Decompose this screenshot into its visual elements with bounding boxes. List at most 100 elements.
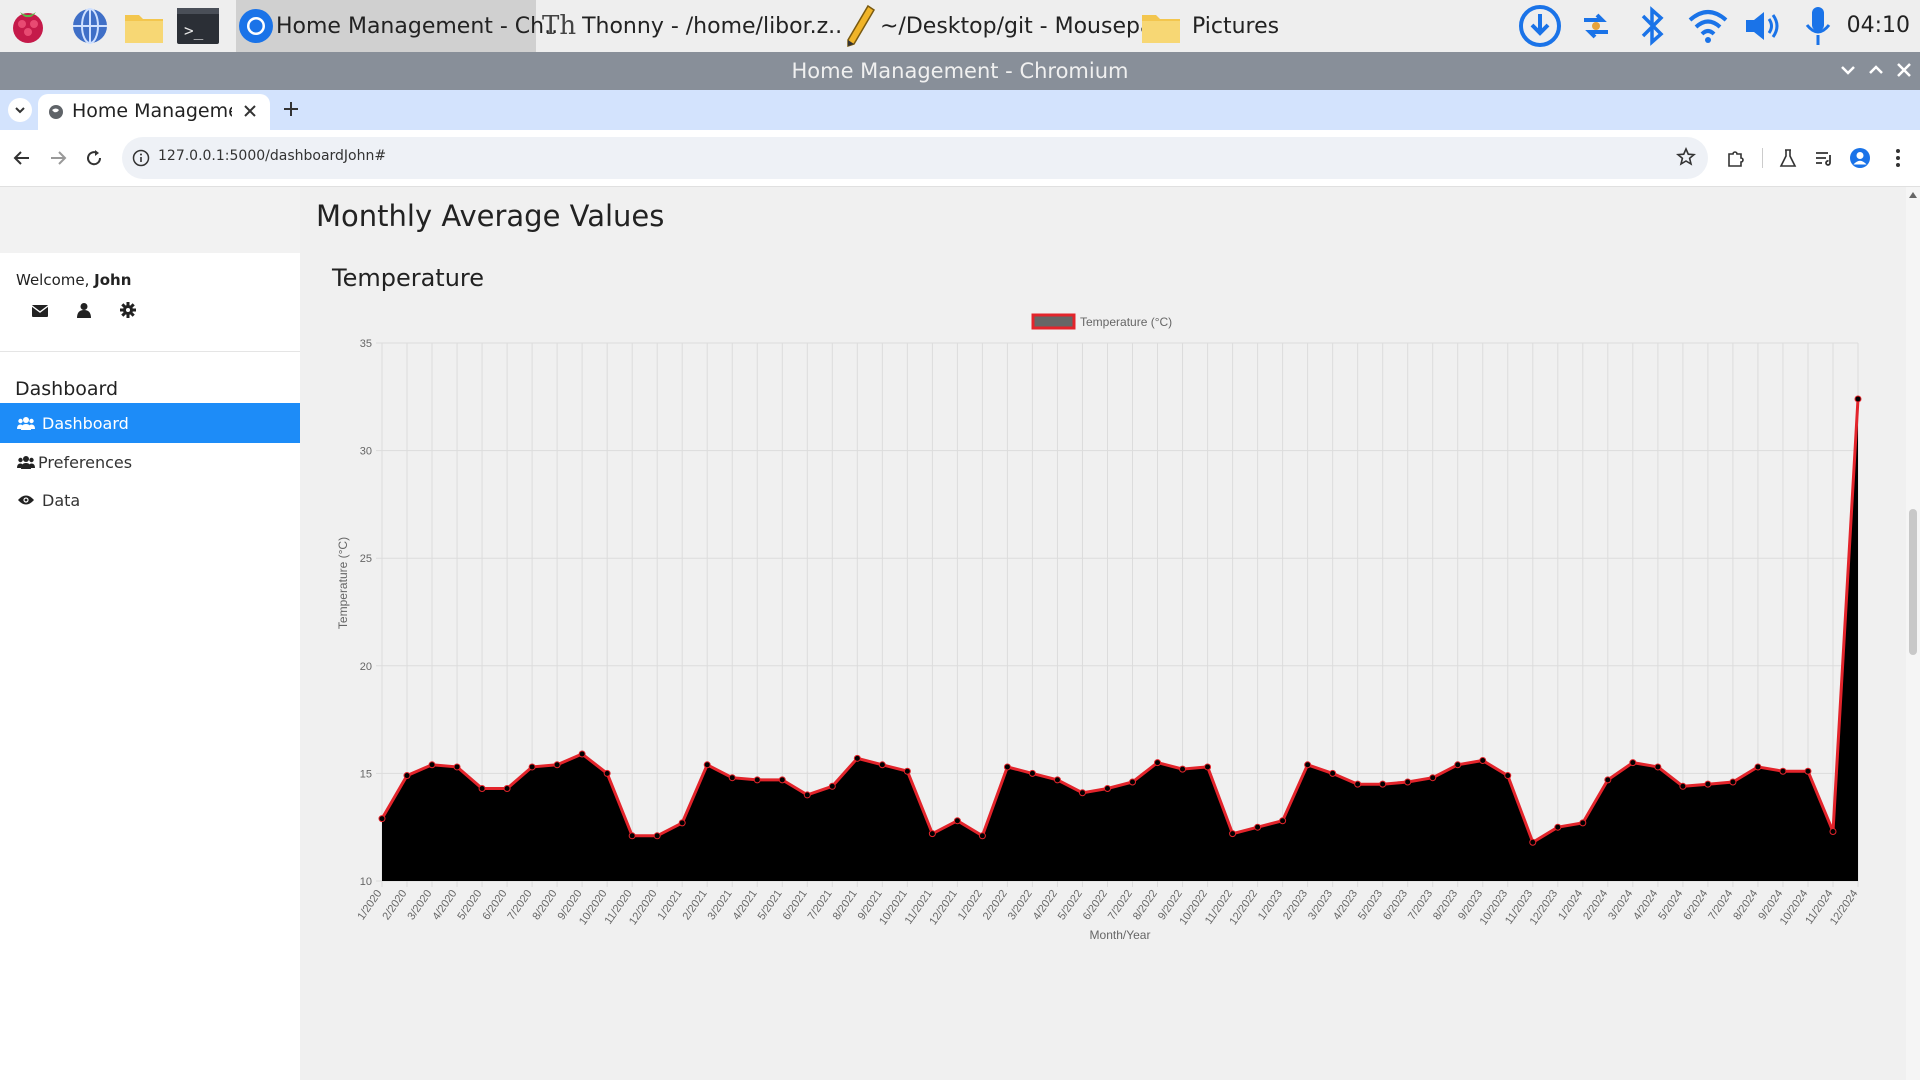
gear-icon[interactable] (120, 302, 136, 322)
data-point[interactable] (1779, 767, 1787, 775)
data-point[interactable] (728, 774, 736, 782)
minimize-icon[interactable] (1834, 52, 1862, 90)
envelope-icon[interactable] (31, 303, 49, 322)
sidebar-item-dashboard[interactable]: Dashboard (0, 403, 300, 443)
data-point[interactable] (1404, 778, 1412, 786)
data-point[interactable] (1279, 817, 1287, 825)
tab-home-management[interactable]: Home Management (38, 94, 270, 130)
raspberry-menu-icon[interactable] (6, 4, 50, 48)
data-point[interactable] (1053, 776, 1061, 784)
profile-icon[interactable] (1846, 144, 1874, 172)
data-point[interactable] (1804, 767, 1812, 775)
data-point[interactable] (1304, 761, 1312, 769)
data-point[interactable] (603, 769, 611, 777)
web-browser-icon[interactable] (68, 4, 112, 48)
bookmark-star-icon[interactable] (1675, 147, 1697, 171)
data-point[interactable] (978, 832, 986, 840)
data-point[interactable] (453, 763, 461, 771)
data-point[interactable] (628, 832, 636, 840)
data-point[interactable] (1604, 776, 1612, 784)
data-point[interactable] (1028, 769, 1036, 777)
data-point[interactable] (1729, 778, 1737, 786)
bluetooth-icon[interactable] (1630, 4, 1674, 48)
taskbar-item-chromium[interactable]: Home Management - Ch.. (236, 0, 558, 52)
page-scrollbar[interactable] (1906, 187, 1920, 1080)
media-controls-icon[interactable] (1810, 144, 1838, 172)
site-info-icon[interactable] (132, 149, 150, 171)
data-point[interactable] (903, 767, 911, 775)
window-titlebar[interactable]: Home Management - Chromium (0, 52, 1920, 90)
data-point[interactable] (1654, 763, 1662, 771)
data-point[interactable] (428, 761, 436, 769)
data-point[interactable] (778, 776, 786, 784)
taskbar-item-pictures[interactable]: Pictures (1136, 0, 1286, 52)
address-bar[interactable]: 127.0.0.1:5000/dashboardJohn# (122, 137, 1708, 179)
data-point[interactable] (1103, 784, 1111, 792)
data-point[interactable] (478, 784, 486, 792)
extensions-icon[interactable] (1722, 144, 1750, 172)
data-point[interactable] (878, 761, 886, 769)
data-point[interactable] (528, 763, 536, 771)
download-icon[interactable] (1518, 4, 1562, 48)
data-point[interactable] (753, 776, 761, 784)
chart-legend[interactable]: Temperature (°C) (1031, 313, 1172, 330)
data-point[interactable] (953, 817, 961, 825)
network-sync-icon[interactable] (1574, 4, 1618, 48)
volume-icon[interactable] (1740, 4, 1784, 48)
clock[interactable]: 04:10 (1847, 0, 1910, 52)
data-point[interactable] (1179, 765, 1187, 773)
data-point[interactable] (1529, 838, 1537, 846)
user-icon[interactable] (77, 302, 91, 322)
tab-search-icon[interactable] (8, 98, 32, 122)
data-point[interactable] (1504, 772, 1512, 780)
taskbar-item-thonny[interactable]: Th Thonny - /home/libor.z.. (542, 0, 842, 52)
url-text[interactable]: 127.0.0.1:5000/dashboardJohn# (158, 148, 386, 164)
data-point[interactable] (703, 761, 711, 769)
browser-menu-icon[interactable] (1884, 144, 1912, 172)
labs-flask-icon[interactable] (1774, 144, 1802, 172)
data-point[interactable] (553, 761, 561, 769)
data-point[interactable] (853, 754, 861, 762)
data-point[interactable] (1254, 823, 1262, 831)
forward-icon[interactable] (44, 144, 72, 172)
data-point[interactable] (803, 791, 811, 799)
close-icon[interactable] (1890, 52, 1918, 90)
data-point[interactable] (578, 750, 586, 758)
data-point[interactable] (1329, 769, 1337, 777)
data-point[interactable] (403, 772, 411, 780)
scroll-up-icon[interactable] (1909, 192, 1917, 198)
data-point[interactable] (1429, 774, 1437, 782)
data-point[interactable] (653, 832, 661, 840)
data-point[interactable] (1629, 759, 1637, 767)
back-icon[interactable] (8, 144, 36, 172)
data-point[interactable] (1129, 778, 1137, 786)
sidebar-item-data[interactable]: Data (0, 480, 300, 520)
terminal-icon[interactable]: >_ (176, 4, 220, 48)
data-point[interactable] (1704, 780, 1712, 788)
scrollbar-thumb[interactable] (1909, 509, 1917, 655)
data-point[interactable] (1679, 782, 1687, 790)
tab-close-icon[interactable] (242, 103, 258, 123)
new-tab-icon[interactable] (282, 100, 300, 122)
data-point[interactable] (503, 784, 511, 792)
data-point[interactable] (1354, 780, 1362, 788)
data-point[interactable] (1554, 823, 1562, 831)
maximize-icon[interactable] (1862, 52, 1890, 90)
reload-icon[interactable] (80, 144, 108, 172)
data-point[interactable] (1854, 395, 1862, 403)
data-point[interactable] (1454, 761, 1462, 769)
data-point[interactable] (1229, 830, 1237, 838)
data-point[interactable] (1078, 789, 1086, 797)
data-point[interactable] (1003, 763, 1011, 771)
sidebar-item-preferences[interactable]: Preferences (0, 442, 300, 482)
data-point[interactable] (678, 819, 686, 827)
wifi-icon[interactable] (1686, 4, 1730, 48)
data-point[interactable] (828, 782, 836, 790)
data-point[interactable] (1379, 780, 1387, 788)
microphone-icon[interactable] (1796, 4, 1840, 48)
data-point[interactable] (1204, 763, 1212, 771)
data-point[interactable] (1829, 828, 1837, 836)
file-manager-icon[interactable] (122, 4, 166, 48)
data-point[interactable] (1479, 756, 1487, 764)
data-point[interactable] (378, 815, 386, 823)
